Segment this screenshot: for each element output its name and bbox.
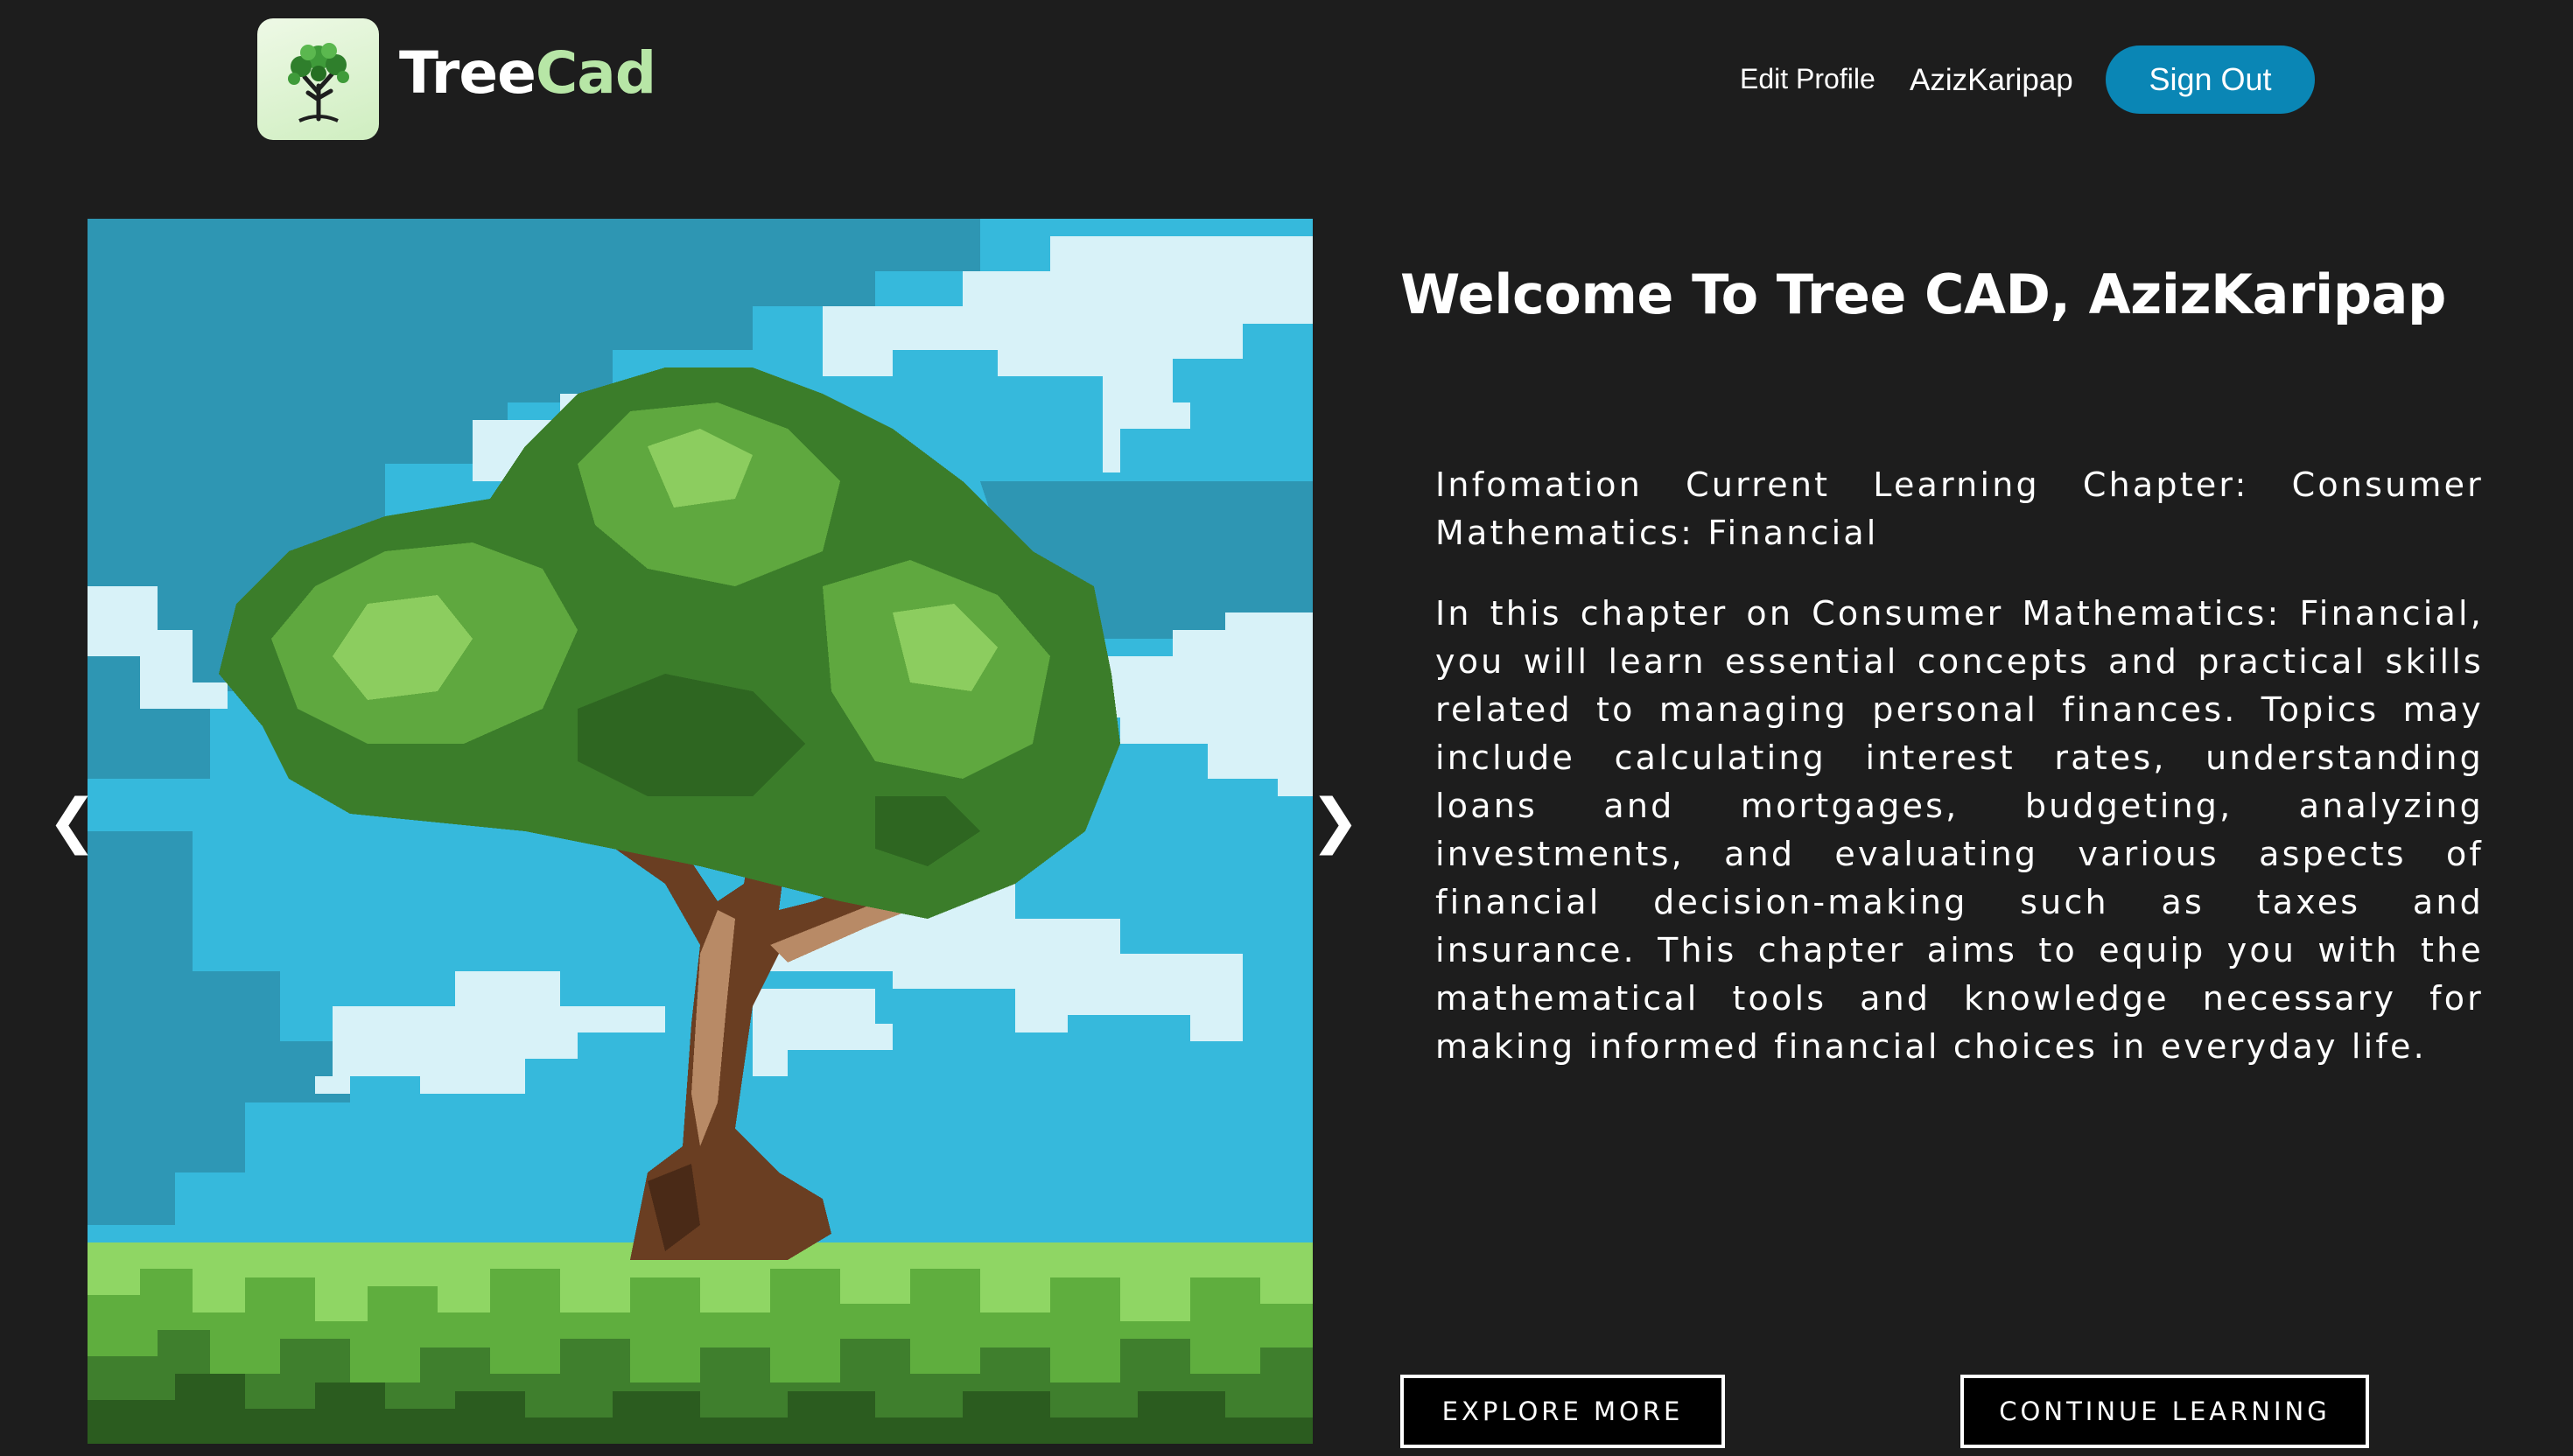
continue-learning-button[interactable]: CONTINUE LEARNING	[1960, 1375, 2369, 1448]
welcome-heading: Welcome To Tree CAD, AzizKaripap	[1400, 262, 2446, 326]
brand-title-part1: Tree	[399, 39, 536, 107]
explore-more-button[interactable]: EXPLORE MORE	[1400, 1375, 1725, 1448]
current-chapter-info: Infomation Current Learning Chapter: Con…	[1435, 466, 2484, 552]
chapter-description: In this chapter on Consumer Mathematics:…	[1435, 594, 2484, 1066]
pixel-tree-illustration	[88, 219, 1313, 1444]
carousel-next-button[interactable]: ❯	[1310, 792, 1360, 851]
carousel-prev-button[interactable]: ❮	[47, 792, 97, 851]
brand-title[interactable]: TreeCad	[399, 39, 656, 107]
sign-out-button[interactable]: Sign Out	[2106, 46, 2315, 114]
brand-title-part2: Cad	[535, 39, 656, 107]
tree-icon	[287, 42, 349, 122]
carousel-image	[88, 219, 1313, 1444]
app-page: TreeCad Edit Profile AzizKaripap Sign Ou…	[0, 0, 2573, 1456]
logo[interactable]	[257, 18, 379, 140]
edit-profile-link[interactable]: Edit Profile	[1740, 63, 1875, 95]
username-link[interactable]: AzizKaripap	[1910, 63, 2073, 98]
